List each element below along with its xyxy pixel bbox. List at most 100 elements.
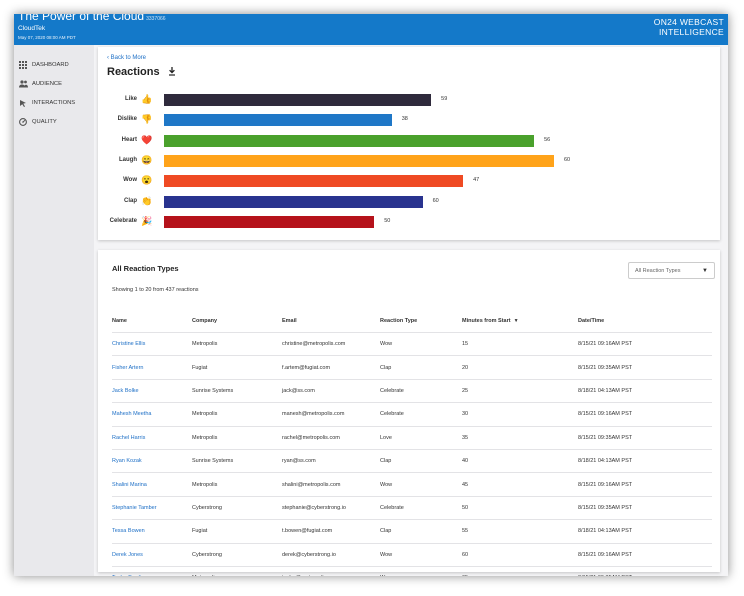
cell-company: Metropolis <box>192 575 282 576</box>
cell-email: christine@metropolis.com <box>282 341 346 348</box>
chart-row: Like 👍 59 <box>98 91 720 109</box>
cell-company: Sunrise Systems <box>192 458 234 465</box>
table-row: Shalini Marina Metropolis shalini@metropol… <box>112 472 712 495</box>
cell-reaction-type: Wow <box>380 481 393 488</box>
chart-row: Laugh 😄 60 <box>98 152 720 170</box>
chart-row: Celebrate 🎉 50 <box>98 213 720 231</box>
table-row: Fisher Artern Fugiat f.artem@fugiat.com Cla… <box>112 355 712 378</box>
cell-company: Fugiat <box>192 528 208 535</box>
bar[interactable] <box>164 114 392 127</box>
bar[interactable] <box>164 94 432 106</box>
bar[interactable] <box>164 215 375 228</box>
table-row: Ryan Kozak Sunrise Systems ryan@ss.com Clap… <box>112 448 712 472</box>
bar-value: 38 <box>401 116 408 123</box>
cursor-icon <box>18 98 28 108</box>
cell-minutes: 55 <box>462 528 469 535</box>
reaction-type-filter[interactable]: All Reaction Types ▼ <box>628 262 715 279</box>
cell-email: derek@cyberstrong.io <box>282 551 336 558</box>
sidebar-item-quality[interactable]: QUALITY <box>14 112 94 131</box>
cell-name[interactable]: Tessa Bowen <box>112 528 192 534</box>
cell-name[interactable]: Derek Jones <box>112 552 192 558</box>
cell-name[interactable]: Taylor Brodie <box>112 575 192 576</box>
col-email[interactable]: Email <box>282 318 380 324</box>
cell-datetime: 8/15/21 09:35AM PST <box>578 575 712 576</box>
results-count: Showing 1 to 20 from 437 reactions <box>112 287 199 293</box>
table-row: Rachel Harris Metropolis rachel@metropolis… <box>112 425 712 449</box>
cell-datetime: 8/15/21 09:16AM PST <box>578 341 633 348</box>
reaction-emoji-icon: 😄 <box>141 154 153 165</box>
cell-name[interactable]: Fisher Artern <box>112 365 192 371</box>
cell-datetime: 8/18/21 04:13AM PST <box>578 528 633 535</box>
cell-name[interactable]: Jack Bolke <box>112 388 192 394</box>
bar[interactable] <box>164 195 423 208</box>
table-row: Christine Ellis Metropolis christine@metro… <box>112 332 712 355</box>
cell-reaction-type: Clap <box>380 528 392 535</box>
reaction-emoji-icon: ❤️ <box>141 134 153 145</box>
cell-email: t.bowen@fugiat.com <box>282 528 333 535</box>
cell-company: Sunrise Systems <box>192 387 234 394</box>
chart-row: Clap 👏 60 <box>98 193 720 211</box>
bar[interactable] <box>164 134 535 147</box>
cell-datetime: 8/18/21 04:13AM PST <box>578 458 633 465</box>
reaction-emoji-icon: 😮 <box>141 175 153 186</box>
back-link[interactable]: ‹ Back to More <box>107 55 146 61</box>
sidebar-item-label: AUDIENCE <box>32 80 62 87</box>
cell-minutes: 25 <box>462 387 469 394</box>
bar-label: Celebrate <box>109 217 137 224</box>
reaction-emoji-icon: 👍 <box>141 94 153 104</box>
chart-row: Wow 😮 47 <box>98 172 720 190</box>
cell-name[interactable]: Ryan Kozak <box>112 458 192 464</box>
bar[interactable] <box>164 154 554 167</box>
event-date: May 07, 2020 08:00 AM PDT <box>18 35 76 40</box>
cell-email: jack@ss.com <box>282 387 315 394</box>
sidebar-item-label: DASHBOARD <box>32 61 69 68</box>
bar-value: 60 <box>564 156 571 163</box>
bar[interactable] <box>164 175 464 188</box>
reaction-emoji-icon: 🎉 <box>141 215 153 226</box>
col-name[interactable]: Name <box>112 318 192 324</box>
event-id: 3337066 <box>146 16 166 22</box>
cell-name[interactable]: Rachel Harris <box>112 435 192 441</box>
col-company[interactable]: Company <box>192 318 282 324</box>
sidebar-item-dashboard[interactable]: DASHBOARD <box>14 55 94 74</box>
cell-name[interactable]: Christine Ellis <box>112 341 192 347</box>
bar-value: 56 <box>544 136 551 143</box>
cell-company: Metropolis <box>192 411 218 418</box>
table-row: Mahesh Meetha Metropolis manesh@metropolis… <box>112 402 712 425</box>
cell-minutes: 35 <box>462 434 469 441</box>
cell-datetime: 8/18/21 04:13AM PST <box>578 387 633 394</box>
main-content: ‹ Back to More Reactions Like 👍 59 Dislike 👎… <box>94 45 728 576</box>
people-icon <box>18 79 28 89</box>
col-reaction-type[interactable]: Reaction Type <box>380 318 462 324</box>
cell-reaction-type: Celebrate <box>380 387 404 394</box>
cell-name[interactable]: Shalini Marina <box>112 482 192 488</box>
reaction-emoji-icon: 👏 <box>141 195 153 206</box>
cell-company: Fugiat <box>192 364 208 371</box>
cell-name[interactable]: Stephanie Tamber <box>112 505 192 511</box>
gauge-icon <box>18 117 28 127</box>
cell-minutes: 50 <box>462 504 469 511</box>
sidebar-item-interactions[interactable]: INTERACTIONS <box>14 93 94 112</box>
sidebar-item-label: QUALITY <box>32 118 57 125</box>
col-minutes[interactable]: Minutes from Start ▼ <box>462 318 578 324</box>
cell-minutes: 60 <box>462 551 469 558</box>
cell-name[interactable]: Mahesh Meetha <box>112 411 192 417</box>
sidebar-item-audience[interactable]: AUDIENCE <box>14 74 94 93</box>
cell-reaction-type: Love <box>380 434 392 441</box>
cell-reaction-type: Wow <box>380 551 393 558</box>
chart-row: Heart ❤️ 56 <box>98 132 720 150</box>
bar-value: 59 <box>441 96 448 102</box>
col-datetime[interactable]: Date/Time <box>578 318 712 324</box>
chart-row: Dislike 👎 38 <box>98 111 720 129</box>
cell-datetime: 8/15/21 09:35AM PST <box>578 504 633 511</box>
bar-value: 60 <box>432 197 439 204</box>
sort-down-icon[interactable]: ▼ <box>514 318 519 324</box>
caret-down-icon: ▼ <box>702 267 708 274</box>
download-icon[interactable] <box>168 66 176 78</box>
cell-datetime: 8/15/21 09:35AM PST <box>578 434 633 441</box>
org-name: CloudTek <box>18 25 46 32</box>
event-title: The Power of the Cloud 3337066 <box>18 14 166 23</box>
cell-email: f.artem@fugiat.com <box>282 364 331 371</box>
cell-minutes: 65 <box>462 575 578 576</box>
cell-company: Metropolis <box>192 341 218 348</box>
